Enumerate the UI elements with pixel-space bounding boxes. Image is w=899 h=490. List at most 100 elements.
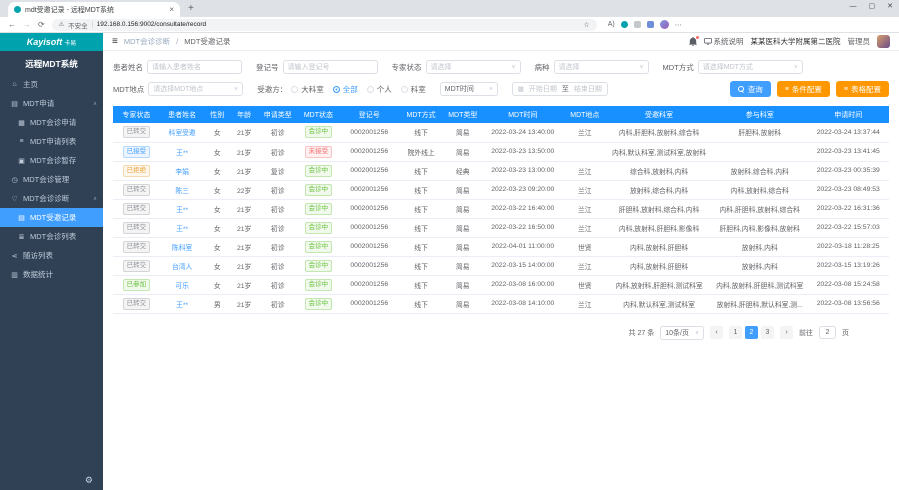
patient-name-input[interactable]	[147, 60, 242, 74]
table-row[interactable]: 已转交科室受邀女21岁初诊会诊中0002001256线下简易2022-03-24…	[113, 123, 889, 142]
url-text[interactable]: 192.168.0.156:9002/consultate/record	[97, 21, 207, 28]
invited-side-radio[interactable]: 全部	[333, 84, 358, 95]
mdt-time-select[interactable]: MDT时间 ∨	[440, 82, 498, 96]
reg-no-input[interactable]	[283, 60, 378, 74]
column-header: 申请时间	[808, 106, 889, 123]
sidebar-item-mdt-consult-list[interactable]: ≣ MDT会诊列表	[0, 227, 103, 246]
table-row[interactable]: 已转交王**女21岁初诊会诊中0002001256线下简易2022-03-22 …	[113, 218, 889, 237]
disease-select[interactable]: 请选择 ∨	[554, 60, 649, 74]
sidebar-item-mdt-draft[interactable]: ▣ MDT会诊暂存	[0, 151, 103, 170]
cell-apply-time: 2022-03-18 11:28:25	[808, 237, 889, 256]
page-button-1[interactable]: 1	[729, 326, 742, 339]
browser-tab[interactable]: mdt受邀记录 - 远程MDT系统 ×	[8, 2, 180, 17]
address-bar[interactable]: ⚠ 不安全 192.168.0.156:9002/consultate/reco…	[52, 19, 597, 31]
next-page-button[interactable]: ›	[780, 326, 793, 339]
logo-sub-text: 卡易	[64, 38, 76, 47]
mdt-place-select[interactable]: 请选择MDT地点 ∨	[148, 82, 243, 96]
patient-name-link[interactable]: 李娟	[175, 169, 189, 176]
table-row[interactable]: 已转交陈科室女21岁初诊会诊中0002001256线下简易2022-04-01 …	[113, 237, 889, 256]
extension-icon[interactable]	[647, 21, 654, 28]
invited-side-radio[interactable]: 个人	[367, 84, 392, 95]
table-config-button[interactable]: ≡ 表格配置	[836, 81, 889, 97]
column-header: 参与科室	[712, 106, 808, 123]
page-size-select[interactable]: 10条/页 ∨	[660, 326, 704, 340]
extension-icon[interactable]	[621, 21, 628, 28]
cell-age: 21岁	[230, 237, 258, 256]
chevron-down-icon: ∨	[794, 64, 798, 70]
patient-name-link[interactable]: 王**	[176, 226, 188, 233]
sidebar-group-mdt-apply[interactable]: ▤ MDT申请 ∧	[0, 94, 103, 113]
patient-name-link[interactable]: 陈科室	[172, 245, 192, 252]
sidebar-item-statistics[interactable]: ▥ 数据统计	[0, 265, 103, 284]
cell-mdt-place	[563, 142, 606, 161]
sidebar-item-home[interactable]: ⌂ 主页	[0, 75, 103, 94]
tab-close-icon[interactable]: ×	[169, 6, 174, 14]
page-button-3[interactable]: 3	[761, 326, 774, 339]
date-range-picker[interactable]: ▦ 开始日期 至 结束日期	[512, 82, 608, 96]
table-row[interactable]: 已拒绝李娟女21岁复诊会诊中0002001256线下经典2022-03-23 1…	[113, 161, 889, 180]
patient-name-link[interactable]: 王**	[176, 207, 188, 214]
table-row[interactable]: 已转交王**女21岁初诊会诊中0002001256线下简易2022-03-22 …	[113, 199, 889, 218]
cell-name: 科室受邀	[160, 123, 205, 142]
column-header: 受邀科室	[606, 106, 712, 123]
app-header: ≡ MDT会诊诊断 / MDT受邀记录 系统说明 某某医科大学附属第二医院 管理…	[103, 33, 899, 51]
back-icon[interactable]: ←	[8, 21, 16, 29]
sidebar-item-mdt-apply-list[interactable]: ≡ MDT申请列表	[0, 132, 103, 151]
sidebar-item-mdt-consult-apply[interactable]: ▦ MDT会诊申请	[0, 113, 103, 132]
gear-icon[interactable]: ⚙	[85, 475, 93, 486]
table-row[interactable]: 已接受王**女21岁初诊未接受0002001256院外线上简易2022-03-2…	[113, 142, 889, 161]
patient-name-link[interactable]: 王**	[176, 150, 188, 157]
prev-page-button[interactable]: ‹	[710, 326, 723, 339]
security-label[interactable]: 不安全	[68, 20, 88, 30]
table-row[interactable]: 已参加可乐女21岁初诊会诊中0002001256线下简易2022-03-08 1…	[113, 275, 889, 294]
patient-name-link[interactable]: 可乐	[175, 283, 189, 290]
new-tab-button[interactable]: +	[188, 4, 194, 14]
cell-apply-type: 初诊	[258, 275, 297, 294]
cell-mdt-mode: 院外线上	[399, 142, 444, 161]
system-doc-link[interactable]: 系统说明	[704, 36, 744, 47]
cell-age: 21岁	[230, 256, 258, 275]
table-row[interactable]: 已转交台湾人女21岁初诊会诊中0002001256线下简易2022-03-15 …	[113, 256, 889, 275]
condition-config-button[interactable]: ≡ 条件配置	[777, 81, 830, 97]
window-close-button[interactable]: ✕	[887, 2, 893, 10]
read-aloud-icon[interactable]: A)	[608, 21, 615, 28]
expert-status-select[interactable]: 请选择 ∨	[426, 60, 521, 74]
window-minimize-button[interactable]: —	[850, 3, 857, 10]
favorites-star-icon[interactable]: ☆	[583, 21, 589, 29]
forward-icon[interactable]: →	[23, 21, 31, 29]
sidebar-item-follow-up[interactable]: ⋖ 随访列表	[0, 246, 103, 265]
patient-name-link[interactable]: 陈三	[175, 188, 189, 195]
extension-icon[interactable]	[634, 21, 641, 28]
patient-name-link[interactable]: 王**	[176, 302, 188, 309]
patient-name-link[interactable]: 科室受邀	[169, 130, 196, 137]
notification-bell-icon[interactable]	[689, 37, 697, 46]
hamburger-icon[interactable]: ≡	[112, 37, 118, 47]
sidebar-item-mdt-manage[interactable]: ◷ MDT会诊管理	[0, 170, 103, 189]
window-maximize-button[interactable]: ▢	[869, 2, 876, 10]
cell-name: 台湾人	[160, 256, 205, 275]
refresh-icon[interactable]: ⟳	[38, 21, 45, 29]
browser-menu-icon[interactable]: ⋯	[675, 21, 682, 29]
table-row[interactable]: 已转交陈三女22岁初诊会诊中0002001256线下简易2022-03-23 0…	[113, 180, 889, 199]
sidebar-item-label: MDT会诊管理	[23, 174, 69, 185]
mdt-records-table: 专家状态患者姓名性别年龄申请类型MDT状态登记号MDT方式MDT类型MDT时间M…	[113, 106, 889, 314]
mdt-mode-select[interactable]: 请选择MDT方式 ∨	[698, 60, 803, 74]
radio-label: 科室	[411, 84, 426, 95]
sidebar-item-mdt-invited-records[interactable]: ▤ MDT受邀记录	[0, 208, 103, 227]
invited-side-radio[interactable]: 科室	[401, 84, 426, 95]
search-button[interactable]: 查询	[730, 81, 771, 97]
table-row[interactable]: 已转交王**男21岁初诊会诊中0002001256线下简易2022-03-08 …	[113, 294, 889, 313]
browser-profile-avatar[interactable]	[660, 20, 669, 29]
tab-title: mdt受邀记录 - 远程MDT系统	[25, 5, 165, 15]
cell-apply-type: 初诊	[258, 237, 297, 256]
cell-name: 王**	[160, 218, 205, 237]
patient-name-link[interactable]: 台湾人	[172, 264, 192, 271]
page-button-2[interactable]: 2	[745, 326, 758, 339]
sidebar-group-mdt-diagnosis[interactable]: ♡ MDT会诊诊断 ∧	[0, 189, 103, 208]
cell-reg-no: 0002001256	[340, 294, 399, 313]
invited-side-radio[interactable]: 大科室	[291, 84, 324, 95]
user-avatar[interactable]	[877, 35, 890, 48]
sidebar: Kayisoft 卡易 远程MDT系统 ⌂ 主页 ▤ MDT申请 ∧ ▦ MDT…	[0, 33, 103, 490]
goto-page-input[interactable]	[819, 326, 836, 339]
goto-prefix: 前往	[799, 328, 813, 338]
